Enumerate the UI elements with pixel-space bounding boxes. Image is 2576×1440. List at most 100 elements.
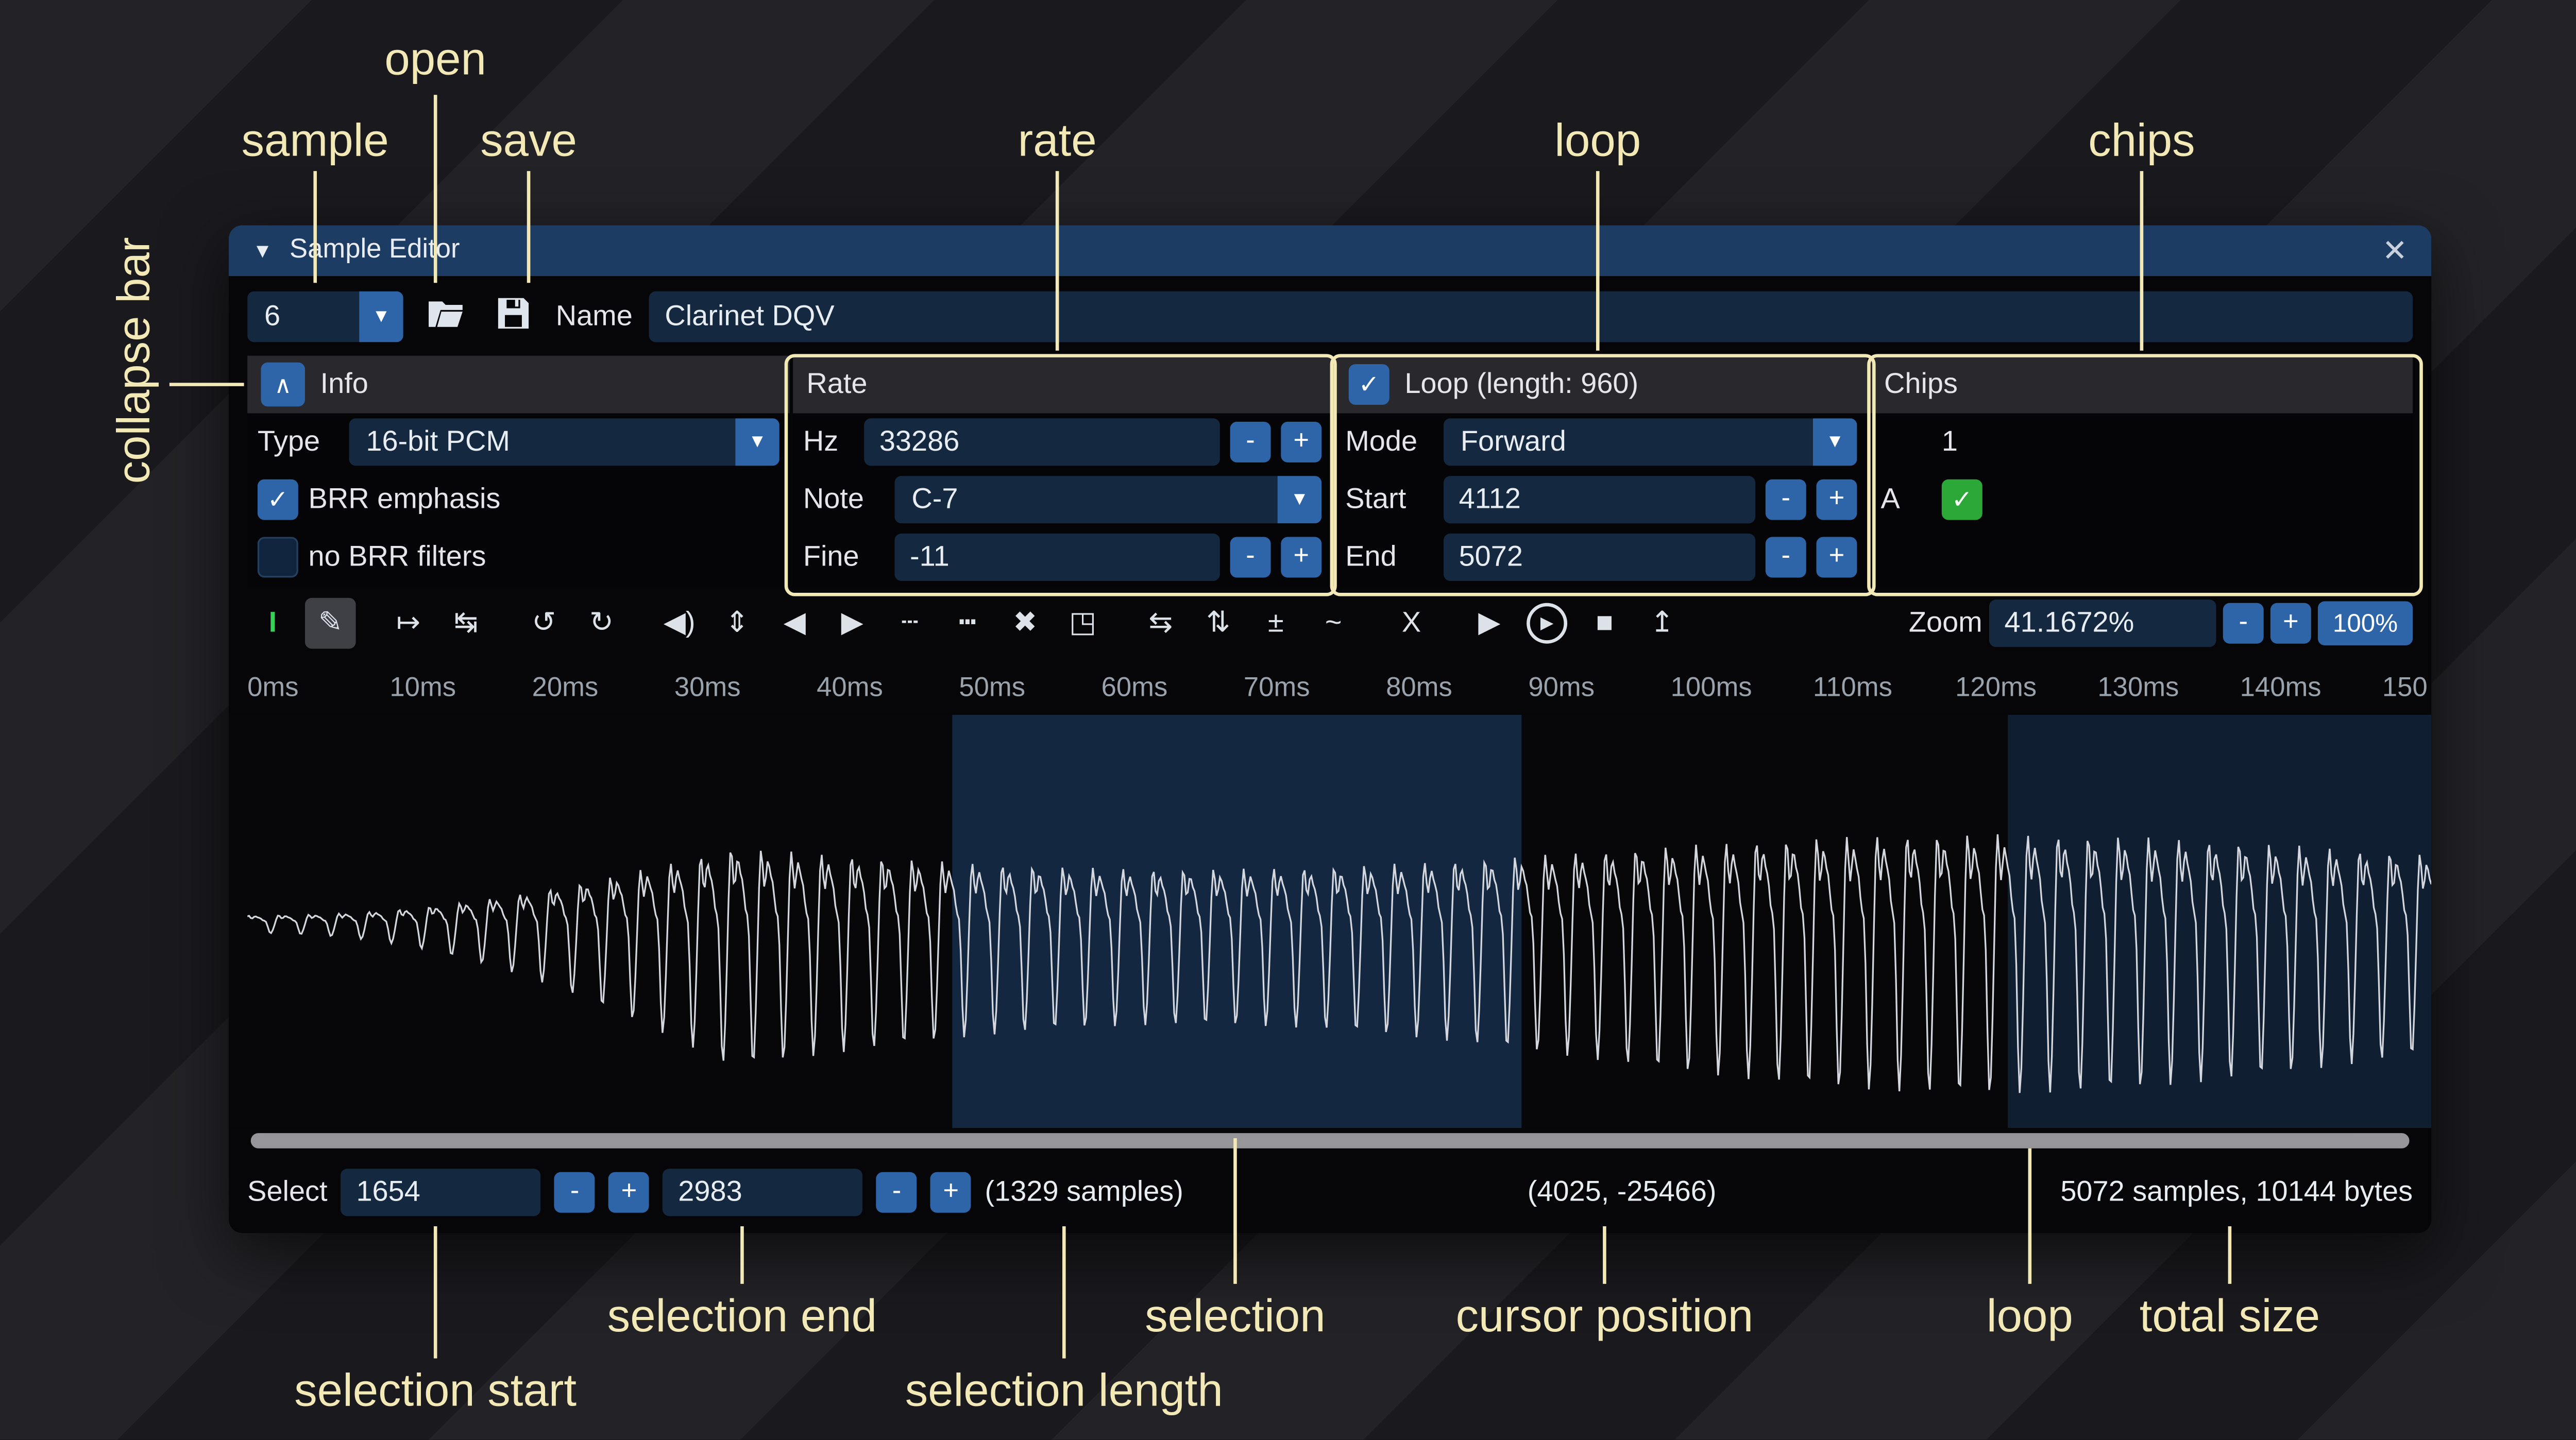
- loop-start-field[interactable]: 4112: [1444, 476, 1755, 523]
- loop-enable-checkbox[interactable]: ✓: [1349, 364, 1389, 405]
- selection-start-field[interactable]: 1654: [341, 1169, 541, 1216]
- fine-minus-button[interactable]: -: [1230, 537, 1271, 578]
- annotation-line: [434, 1226, 437, 1359]
- selection-end-plus-button[interactable]: +: [930, 1172, 971, 1213]
- fine-field[interactable]: -11: [894, 534, 1219, 581]
- annotation-loop: loop: [1554, 115, 1641, 168]
- hz-plus-button[interactable]: +: [1281, 422, 1321, 462]
- chevron-down-icon[interactable]: ▼: [735, 418, 779, 466]
- delete-button[interactable]: ✖: [999, 598, 1050, 649]
- hz-field[interactable]: 33286: [864, 418, 1220, 466]
- info-header: ∧ Info: [247, 356, 789, 414]
- annotation-line: [2228, 1226, 2232, 1284]
- loop-end-minus-button[interactable]: -: [1766, 537, 1806, 578]
- waveform-display[interactable]: [229, 715, 2431, 1128]
- selection-end-minus-button[interactable]: -: [876, 1172, 917, 1213]
- select-tool-button[interactable]: I: [247, 598, 298, 649]
- filter-button[interactable]: ~: [1308, 598, 1359, 649]
- timeline-tick: 150: [2382, 674, 2428, 705]
- close-icon[interactable]: ✕: [2382, 233, 2408, 268]
- zoom-field[interactable]: 41.1672%: [1989, 599, 2216, 647]
- resize-button[interactable]: ↦: [383, 598, 434, 649]
- loop-end-field[interactable]: 5072: [1444, 534, 1755, 581]
- speaker-icon: ◀): [664, 606, 696, 640]
- annotation-total-size: total size: [2140, 1291, 2320, 1343]
- scrollbar-thumb[interactable]: [251, 1132, 2410, 1147]
- timeline-tick: 110ms: [1813, 674, 1892, 705]
- chip-a-checkbox[interactable]: ✓: [1942, 479, 1982, 520]
- no-brr-filters-checkbox[interactable]: [258, 537, 298, 578]
- selection-start-minus-button[interactable]: -: [554, 1172, 595, 1213]
- sign-button[interactable]: ±: [1250, 598, 1301, 649]
- zoom-minus-button[interactable]: -: [2223, 603, 2264, 644]
- horizontal-scrollbar[interactable]: [229, 1128, 2431, 1152]
- collapse-bar-button[interactable]: ∧: [261, 363, 305, 407]
- loop-start-minus-button[interactable]: -: [1766, 479, 1806, 520]
- invert-icon: ⇅: [1206, 606, 1230, 640]
- window-titlebar[interactable]: ▼ Sample Editor ✕: [229, 225, 2431, 276]
- import-button[interactable]: ↥: [1637, 598, 1688, 649]
- sample-name-input[interactable]: Clarinet DQV: [650, 290, 2413, 341]
- window-title: Sample Editor: [290, 235, 460, 266]
- sign-icon: ±: [1268, 606, 1284, 640]
- chevron-down-icon[interactable]: ▼: [1278, 476, 1322, 523]
- zoom-plus-button[interactable]: +: [2270, 603, 2311, 644]
- crossfade-icon: X: [1402, 606, 1421, 640]
- type-dropdown[interactable]: 16-bit PCM ▼: [349, 418, 779, 466]
- insert-silence-button[interactable]: ┄: [885, 598, 936, 649]
- annotation-selection-end: selection end: [607, 1291, 877, 1343]
- select-label: Select: [247, 1175, 327, 1209]
- stop-button[interactable]: ■: [1579, 598, 1630, 649]
- trim-button[interactable]: ◳: [1057, 598, 1108, 649]
- timeline-tick: 0ms: [247, 674, 298, 705]
- selection-start-plus-button[interactable]: +: [608, 1172, 649, 1213]
- check-icon: ✓: [1952, 485, 1973, 515]
- fade-out-button[interactable]: ▶: [827, 598, 878, 649]
- chevron-down-icon[interactable]: ▼: [359, 290, 403, 341]
- chevron-down-icon[interactable]: ▼: [1813, 418, 1857, 466]
- mode-label: Mode: [1345, 425, 1433, 459]
- zoom-reset-button[interactable]: 100%: [2318, 601, 2413, 645]
- note-dropdown[interactable]: C-7 ▼: [894, 476, 1321, 523]
- rate-header-label: Rate: [806, 368, 867, 402]
- sample-number-dropdown[interactable]: 6 ▼: [247, 290, 403, 341]
- total-size-text: 5072 samples, 10144 bytes: [2060, 1175, 2413, 1209]
- reverse-button[interactable]: ⇆: [1135, 598, 1186, 649]
- chevron-up-icon: ∧: [274, 370, 292, 399]
- pencil-icon: ✎: [318, 606, 343, 640]
- loop-start-plus-button[interactable]: +: [1816, 479, 1857, 520]
- apply-silence-button[interactable]: ┅: [942, 598, 993, 649]
- properties-row: ∧ Info Type 16-bit PCM ▼ ✓ BRR emphasis: [229, 356, 2431, 586]
- undo-icon: ↺: [532, 606, 556, 640]
- resample-button[interactable]: ↹: [440, 598, 492, 649]
- timeline-tick: 100ms: [1671, 674, 1752, 705]
- annotation-selection-start: selection start: [294, 1365, 577, 1418]
- normalize-button[interactable]: ⇕: [711, 598, 762, 649]
- loop-panel: ✓ Loop (length: 960) Mode Forward ▼ Star…: [1335, 356, 1867, 586]
- fine-plus-button[interactable]: +: [1281, 537, 1321, 578]
- info-header-label: Info: [320, 368, 368, 402]
- chips-panel: Chips 1 A ✓: [1871, 356, 2413, 586]
- brr-emphasis-checkbox[interactable]: ✓: [258, 479, 298, 520]
- fade-out-icon: ▶: [841, 606, 863, 640]
- loop-end-plus-button[interactable]: +: [1816, 537, 1857, 578]
- sample-editor-window: ▼ Sample Editor ✕ 6 ▼: [229, 225, 2431, 1233]
- draw-tool-button[interactable]: ✎: [305, 598, 356, 649]
- play-button[interactable]: ▶: [1521, 598, 1572, 649]
- undo-button[interactable]: ↺: [518, 598, 569, 649]
- import-icon: ↥: [1650, 606, 1674, 640]
- preview-button[interactable]: ▶: [1464, 598, 1515, 649]
- hz-minus-button[interactable]: -: [1230, 422, 1271, 462]
- open-button[interactable]: [420, 290, 471, 341]
- crossfade-button[interactable]: X: [1386, 598, 1437, 649]
- sample-toolbar: I ✎ ↦ ↹ ↺ ↻ ◀) ⇕ ◀ ▶ ┄ ┅ ✖ ◳ ⇆ ⇅ ± ~ X ▶…: [229, 586, 2431, 661]
- window-collapse-icon[interactable]: ▼: [252, 239, 273, 263]
- redo-button[interactable]: ↻: [576, 598, 627, 649]
- selection-end-field[interactable]: 2983: [663, 1169, 863, 1216]
- amplify-button[interactable]: ◀): [654, 598, 705, 649]
- invert-button[interactable]: ⇅: [1193, 598, 1244, 649]
- type-label: Type: [258, 425, 339, 459]
- loop-mode-dropdown[interactable]: Forward ▼: [1444, 418, 1857, 466]
- fade-in-button[interactable]: ◀: [769, 598, 820, 649]
- save-button[interactable]: [488, 290, 539, 341]
